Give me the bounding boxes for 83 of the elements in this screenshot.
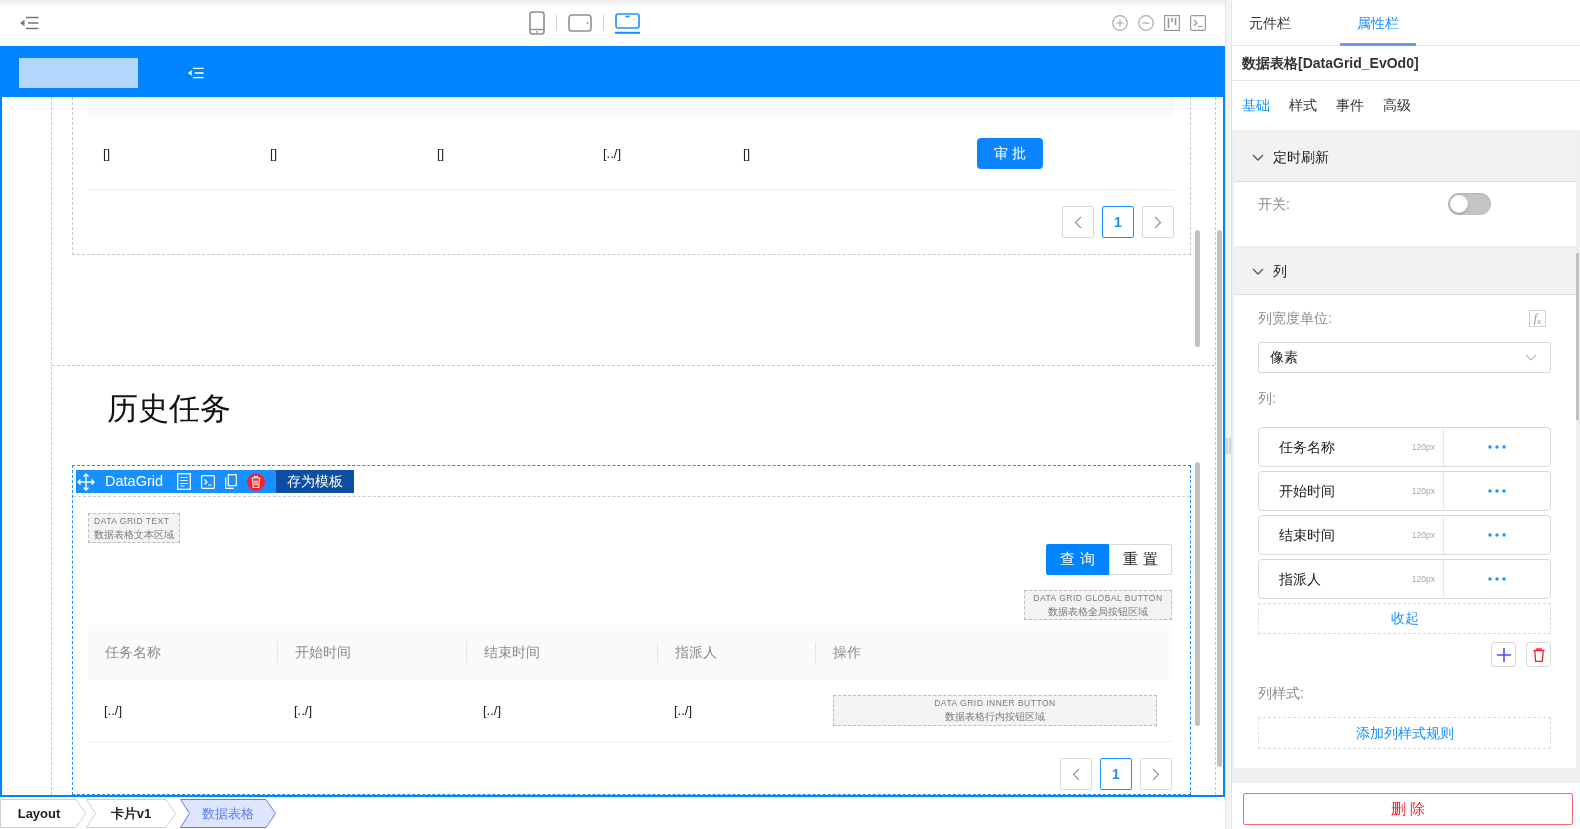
delete-column-button[interactable] (1526, 642, 1551, 667)
previous-page-button[interactable] (1062, 206, 1094, 238)
board-icon[interactable] (1164, 15, 1180, 31)
menu-icon[interactable] (19, 16, 39, 30)
trash-icon (1532, 647, 1545, 662)
menu-icon[interactable] (187, 65, 204, 80)
property-tab[interactable]: 样式 (1289, 95, 1317, 116)
field-label: 开关: (1258, 195, 1290, 212)
column-width: 120px (1411, 484, 1435, 498)
column-name: 结束时间 (1279, 525, 1335, 545)
copy-icon[interactable] (225, 474, 238, 489)
tablet-icon[interactable] (568, 14, 592, 32)
scrollbar[interactable] (1217, 230, 1222, 767)
region-subtitle: 数据表格文本区域 (94, 528, 174, 541)
column-header: 任务名称 (104, 643, 161, 662)
table-cell-text: [] (269, 145, 278, 161)
more-icon (1488, 489, 1506, 493)
next-page-button[interactable] (1140, 758, 1172, 790)
property-tab[interactable]: 事件 (1336, 95, 1364, 116)
terminal-icon[interactable] (1190, 15, 1206, 31)
column-width: 120px (1411, 528, 1435, 542)
chevron-right-icon (1154, 215, 1162, 229)
breadcrumb-item[interactable]: 卡片v1 (86, 799, 176, 828)
query-button[interactable]: 查 询 (1046, 544, 1109, 575)
panel-tab[interactable]: 元件栏 (1232, 0, 1308, 46)
document-icon[interactable] (177, 473, 192, 490)
delete-button[interactable]: 删 除 (1243, 793, 1573, 825)
chevron-left-icon (1074, 215, 1082, 229)
plus-icon (1496, 647, 1511, 662)
table-cell-text: [../] (103, 703, 123, 718)
table-cell-text: [../] (673, 703, 693, 718)
table-cell-text: [../] (482, 703, 502, 718)
phone-icon[interactable] (529, 11, 545, 35)
zoom-out-icon[interactable] (1138, 15, 1154, 31)
zoom-in-icon[interactable] (1112, 15, 1128, 31)
delete-icon[interactable] (247, 472, 266, 491)
component-name: DataGrid (105, 471, 164, 491)
column-header: 开始时间 (294, 643, 351, 662)
region-subtitle: 数据表格全局按钮区域 (1047, 605, 1149, 618)
reset-button[interactable]: 重 置 (1109, 544, 1172, 575)
column-name: 任务名称 (1279, 437, 1335, 457)
table-cell-text: [] (102, 145, 111, 161)
column-header: 结束时间 (483, 643, 540, 662)
chevron-down-icon (1525, 354, 1537, 361)
region-title: DATA GRID GLOBAL BUTTON (1032, 592, 1164, 605)
column-width: 120px (1411, 440, 1435, 454)
column-name: 开始时间 (1279, 481, 1335, 501)
move-icon[interactable] (77, 472, 95, 491)
scrollbar[interactable] (1576, 253, 1579, 420)
region-title: DATA GRID TEXT (94, 515, 171, 528)
scrollbar[interactable] (1195, 462, 1200, 726)
region-title: DATA GRID INNER BUTTON (933, 697, 1057, 710)
next-page-button[interactable] (1142, 206, 1174, 238)
scrollbar[interactable] (1195, 230, 1200, 347)
field-label: 列样式: (1258, 683, 1304, 703)
approve-button[interactable]: 审 批 (977, 137, 1043, 169)
table-cell-text: [] (436, 145, 445, 161)
table-cell-text: [] (742, 145, 751, 161)
select-field[interactable]: 像素 (1258, 342, 1551, 373)
column-width: 120px (1411, 572, 1435, 586)
toggle-switch[interactable] (1448, 193, 1491, 215)
field-label: 列宽度单位: (1258, 308, 1332, 328)
column-header: 指派人 (674, 643, 717, 662)
column-header: 操作 (832, 643, 861, 662)
laptop-icon[interactable] (615, 12, 640, 34)
add-column-button[interactable] (1491, 642, 1516, 667)
column-name: 指派人 (1279, 569, 1321, 589)
field-label: 列: (1258, 388, 1276, 408)
table-cell-text: [../] (293, 703, 313, 718)
property-tab[interactable]: 高级 (1383, 95, 1411, 116)
save-template-button[interactable]: 存为模板 (276, 470, 354, 493)
region-subtitle: 数据表格行内按钮区域 (944, 710, 1046, 723)
breadcrumb-item[interactable]: Layout (0, 799, 86, 828)
more-icon (1488, 533, 1506, 537)
chevron-right-icon (1152, 767, 1160, 781)
grip-icon[interactable] (1226, 438, 1231, 454)
table-cell-text: [../] (602, 145, 622, 161)
section-title: 历史任务 (107, 390, 232, 427)
component-title: 数据表格[DataGrid_EvOd0] (1232, 46, 1580, 81)
previous-page-button[interactable] (1060, 758, 1092, 790)
chevron-left-icon (1072, 767, 1080, 781)
more-icon (1488, 577, 1506, 581)
more-icon (1488, 445, 1506, 449)
